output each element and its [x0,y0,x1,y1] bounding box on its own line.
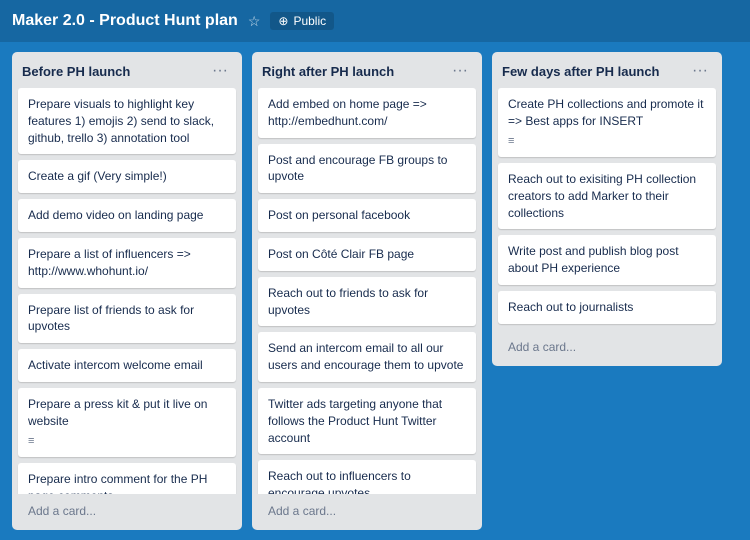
card[interactable]: Reach out to friends to ask for upvotes [258,277,476,327]
card[interactable]: Prepare list of friends to ask for upvot… [18,294,236,344]
board: Before PH launch ··· Prepare visuals to hi… [0,42,750,540]
card[interactable]: Post on Côté Clair FB page [258,238,476,271]
card-attachment-icon: ≡ [508,134,706,149]
add-card-area: Add a card... [492,330,722,366]
column-header: Before PH launch ··· [12,52,242,88]
card[interactable]: Prepare intro comment for the PH page co… [18,463,236,494]
card[interactable]: Add embed on home page => http://embedhu… [258,88,476,138]
add-card-area: Add a card... [12,494,242,530]
column-header: Few days after PH launch ··· [492,52,722,88]
column-col3: Few days after PH launch ··· Create PH col… [492,52,722,366]
card[interactable]: Twitter ads targeting anyone that follow… [258,388,476,454]
add-card-button[interactable]: Add a card... [502,336,582,358]
add-card-button[interactable]: Add a card... [262,500,342,522]
card[interactable]: Post on personal facebook [258,199,476,232]
card[interactable]: Reach out to influencers to encourage up… [258,460,476,494]
column-cards: Prepare visuals to highlight key feature… [12,88,242,494]
column-menu-button[interactable]: ··· [208,60,232,82]
star-icon[interactable]: ☆ [248,13,261,30]
card[interactable]: Prepare a list of influencers => http://… [18,238,236,288]
card[interactable]: Create a gif (Very simple!) [18,160,236,193]
globe-icon: ⊕ [278,14,288,28]
card[interactable]: Create PH collections and promote it => … [498,88,716,157]
column-menu-button[interactable]: ··· [688,60,712,82]
column-menu-button[interactable]: ··· [448,60,472,82]
card[interactable]: Prepare a press kit & put it live on web… [18,388,236,457]
visibility-label: Public [293,14,326,28]
column-col2: Right after PH launch ··· Add embed on hom… [252,52,482,530]
column-header: Right after PH launch ··· [252,52,482,88]
card-attachment-icon: ≡ [28,434,226,449]
column-col1: Before PH launch ··· Prepare visuals to hi… [12,52,242,530]
card[interactable]: Reach out to journalists [498,291,716,324]
card[interactable]: Send an intercom email to all our users … [258,332,476,382]
add-card-button[interactable]: Add a card... [22,500,102,522]
card[interactable]: Write post and publish blog post about P… [498,235,716,285]
card[interactable]: Add demo video on landing page [18,199,236,232]
card[interactable]: Prepare visuals to highlight key feature… [18,88,236,154]
add-card-area: Add a card... [252,494,482,530]
column-cards: Add embed on home page => http://embedhu… [252,88,482,494]
card[interactable]: Activate intercom welcome email [18,349,236,382]
column-cards: Create PH collections and promote it => … [492,88,722,330]
column-title: Few days after PH launch [502,64,660,79]
board-header: Maker 2.0 - Product Hunt plan ☆ ⊕ Public [0,0,750,42]
card[interactable]: Post and encourage FB groups to upvote [258,144,476,194]
card[interactable]: Reach out to exisiting PH collection cre… [498,163,716,229]
visibility-badge: ⊕ Public [270,12,334,30]
column-title: Right after PH launch [262,64,394,79]
column-title: Before PH launch [22,64,130,79]
board-title: Maker 2.0 - Product Hunt plan [12,12,238,30]
